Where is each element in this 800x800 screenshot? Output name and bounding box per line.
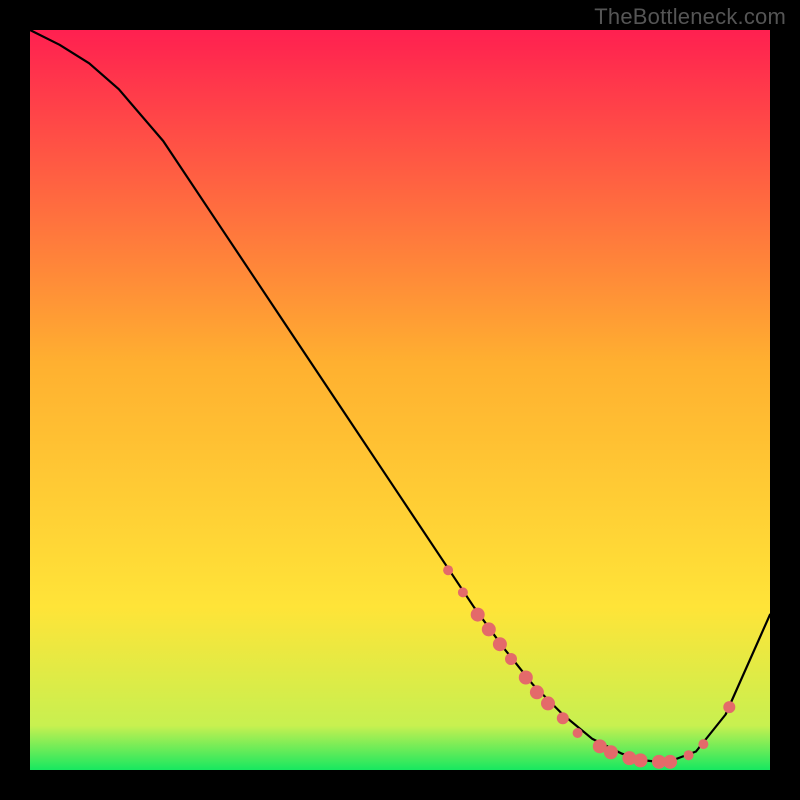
chart-container: TheBottleneck.com [0,0,800,800]
data-marker [698,739,708,749]
plot-area [30,30,770,770]
data-marker [519,671,533,685]
data-marker [604,745,618,759]
watermark-text: TheBottleneck.com [594,4,786,30]
data-marker [684,750,694,760]
data-marker [573,728,583,738]
data-marker [443,565,453,575]
data-marker [723,701,735,713]
chart-svg [30,30,770,770]
data-marker [530,685,544,699]
data-marker [505,653,517,665]
data-marker [482,622,496,636]
data-marker [458,587,468,597]
data-marker [471,608,485,622]
data-marker [493,637,507,651]
data-marker [541,696,555,710]
gradient-background [30,30,770,770]
data-marker [557,712,569,724]
data-marker [663,755,677,769]
data-marker [634,753,648,767]
